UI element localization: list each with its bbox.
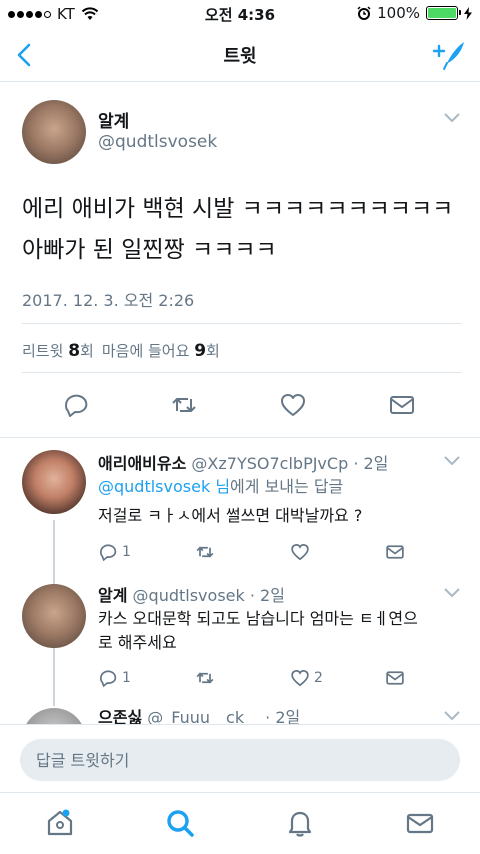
envelope-icon[interactable] bbox=[404, 807, 436, 839]
tweet-text: 에리 애비가 백현 시발 ㅋㅋㅋㅋㅋㅋㅋㅋㅋㅋ아빠가 된 일찐짱 ㅋㅋㅋㅋ bbox=[22, 196, 454, 263]
reply-to-handle[interactable]: @qudtlsvosek bbox=[98, 477, 210, 496]
like-count: 9 bbox=[194, 341, 207, 361]
reply-actions: 1 2 bbox=[98, 668, 438, 692]
avatar[interactable] bbox=[22, 100, 86, 164]
reply-header: 애리애비유소 @Xz7YSO7clbPJvCp · 2일 bbox=[98, 450, 388, 474]
chevron-down-icon[interactable] bbox=[444, 113, 460, 123]
dm-button[interactable] bbox=[384, 542, 406, 562]
battery-icon bbox=[426, 6, 461, 20]
avatar[interactable] bbox=[22, 584, 86, 648]
retweet-stat[interactable]: 리트윗 8회 bbox=[22, 340, 94, 361]
retweet-button[interactable] bbox=[194, 668, 216, 688]
tweet-timestamp: 2017. 12. 3. 오전 2:26 bbox=[22, 291, 195, 310]
chevron-down-icon[interactable] bbox=[444, 456, 460, 466]
reply-tweet[interactable]: 으존싫 @_Fuuu__ck__ · 2일 bbox=[0, 704, 480, 724]
like-stat[interactable]: 마음에 들어요 9회 bbox=[102, 340, 220, 361]
retweet-button[interactable] bbox=[194, 542, 216, 562]
reply-time: · 2일 bbox=[249, 586, 285, 605]
author-name[interactable]: 알계 bbox=[98, 586, 127, 605]
status-bar: KT 오전 4:36 100% bbox=[0, 0, 480, 28]
charging-icon bbox=[464, 6, 472, 20]
reply-tweet[interactable]: 애리애비유소 @Xz7YSO7clbPJvCp · 2일 @qudtlsvose… bbox=[0, 438, 480, 586]
battery-percent: 100% bbox=[377, 4, 420, 22]
retweet-icon bbox=[196, 672, 214, 684]
author-handle[interactable]: @qudtlsvosek bbox=[98, 132, 217, 152]
navigation-bar: 트윗 bbox=[0, 28, 480, 82]
tab-bar bbox=[0, 792, 480, 854]
main-tweet: 알계 @qudtlsvosek 에리 애비가 백현 시발 ㅋㅋㅋㅋㅋㅋㅋㅋㅋㅋ아… bbox=[0, 83, 480, 438]
heart-icon bbox=[291, 543, 309, 561]
reply-tweet[interactable]: 알계 @qudtlsvosek · 2일 카스 오대문학 되고도 남습니다 엄마… bbox=[0, 578, 480, 704]
author-name[interactable]: 알계 bbox=[98, 107, 129, 132]
reply-icon bbox=[100, 670, 117, 688]
compose-tweet-icon[interactable] bbox=[432, 38, 466, 72]
reply-composer-bar bbox=[0, 724, 480, 792]
retweet-count: 8 bbox=[68, 341, 81, 361]
reply-header: 알계 @qudtlsvosek · 2일 bbox=[98, 582, 285, 606]
reply-text: 카스 오대문학 되고도 남습니다 엄마는 ㅌㅔ연으 bbox=[98, 609, 418, 628]
home-icon[interactable] bbox=[44, 807, 76, 839]
alarm-icon bbox=[357, 6, 371, 20]
reply-text-cont: 로 해주세요 bbox=[98, 633, 177, 652]
envelope-icon bbox=[386, 671, 404, 685]
reply-actions: 1 bbox=[98, 542, 438, 566]
divider bbox=[22, 323, 462, 324]
reply-count: 1 bbox=[122, 670, 131, 686]
reply-count: 1 bbox=[122, 544, 131, 560]
author-name[interactable]: 으존싫 bbox=[98, 708, 142, 724]
status-right: 100% bbox=[357, 4, 472, 22]
like-button[interactable] bbox=[290, 542, 314, 562]
author-handle[interactable]: @qudtlsvosek bbox=[133, 586, 245, 605]
reply-header: 으존싫 @_Fuuu__ck__ · 2일 bbox=[98, 704, 300, 724]
tweet-stats: 리트윗 8회 마음에 들어요 9회 bbox=[22, 340, 220, 361]
retweet-icon[interactable] bbox=[170, 391, 198, 419]
dm-button[interactable] bbox=[384, 668, 406, 688]
reply-button[interactable]: 1 bbox=[98, 668, 131, 688]
reply-icon bbox=[100, 544, 117, 562]
tweet-actions bbox=[0, 391, 480, 421]
like-count: 2 bbox=[314, 670, 323, 686]
chevron-down-icon[interactable] bbox=[444, 588, 460, 598]
author-name[interactable]: 애리애비유소 bbox=[98, 454, 186, 473]
reply-icon[interactable] bbox=[62, 391, 90, 419]
reply-input[interactable] bbox=[20, 739, 460, 781]
avatar[interactable] bbox=[22, 708, 86, 724]
author-handle[interactable]: @Xz7YSO7clbPJvCp bbox=[191, 454, 348, 473]
avatar[interactable] bbox=[22, 450, 86, 514]
reply-text: 저걸로 ㅋㅏㅅ에서 썰쓰면 대박날까요 ? bbox=[98, 506, 363, 525]
like-button[interactable]: 2 bbox=[290, 668, 323, 688]
heart-icon[interactable] bbox=[279, 391, 307, 419]
page-title: 트윗 bbox=[223, 46, 257, 67]
chevron-down-icon[interactable] bbox=[444, 711, 460, 721]
search-icon[interactable] bbox=[164, 807, 196, 839]
reply-time: · 2일 bbox=[265, 708, 301, 724]
divider bbox=[22, 372, 462, 373]
bell-icon[interactable] bbox=[284, 807, 316, 839]
reply-time: · 2일 bbox=[353, 454, 389, 473]
reply-button[interactable]: 1 bbox=[98, 542, 131, 562]
author-handle[interactable]: @_Fuuu__ck__ bbox=[147, 708, 260, 724]
heart-icon bbox=[291, 669, 309, 687]
envelope-icon bbox=[386, 545, 404, 559]
retweet-icon bbox=[196, 546, 214, 558]
envelope-icon[interactable] bbox=[388, 391, 416, 419]
reply-to-line: @qudtlsvosek 님에게 보내는 답글 bbox=[98, 477, 344, 496]
